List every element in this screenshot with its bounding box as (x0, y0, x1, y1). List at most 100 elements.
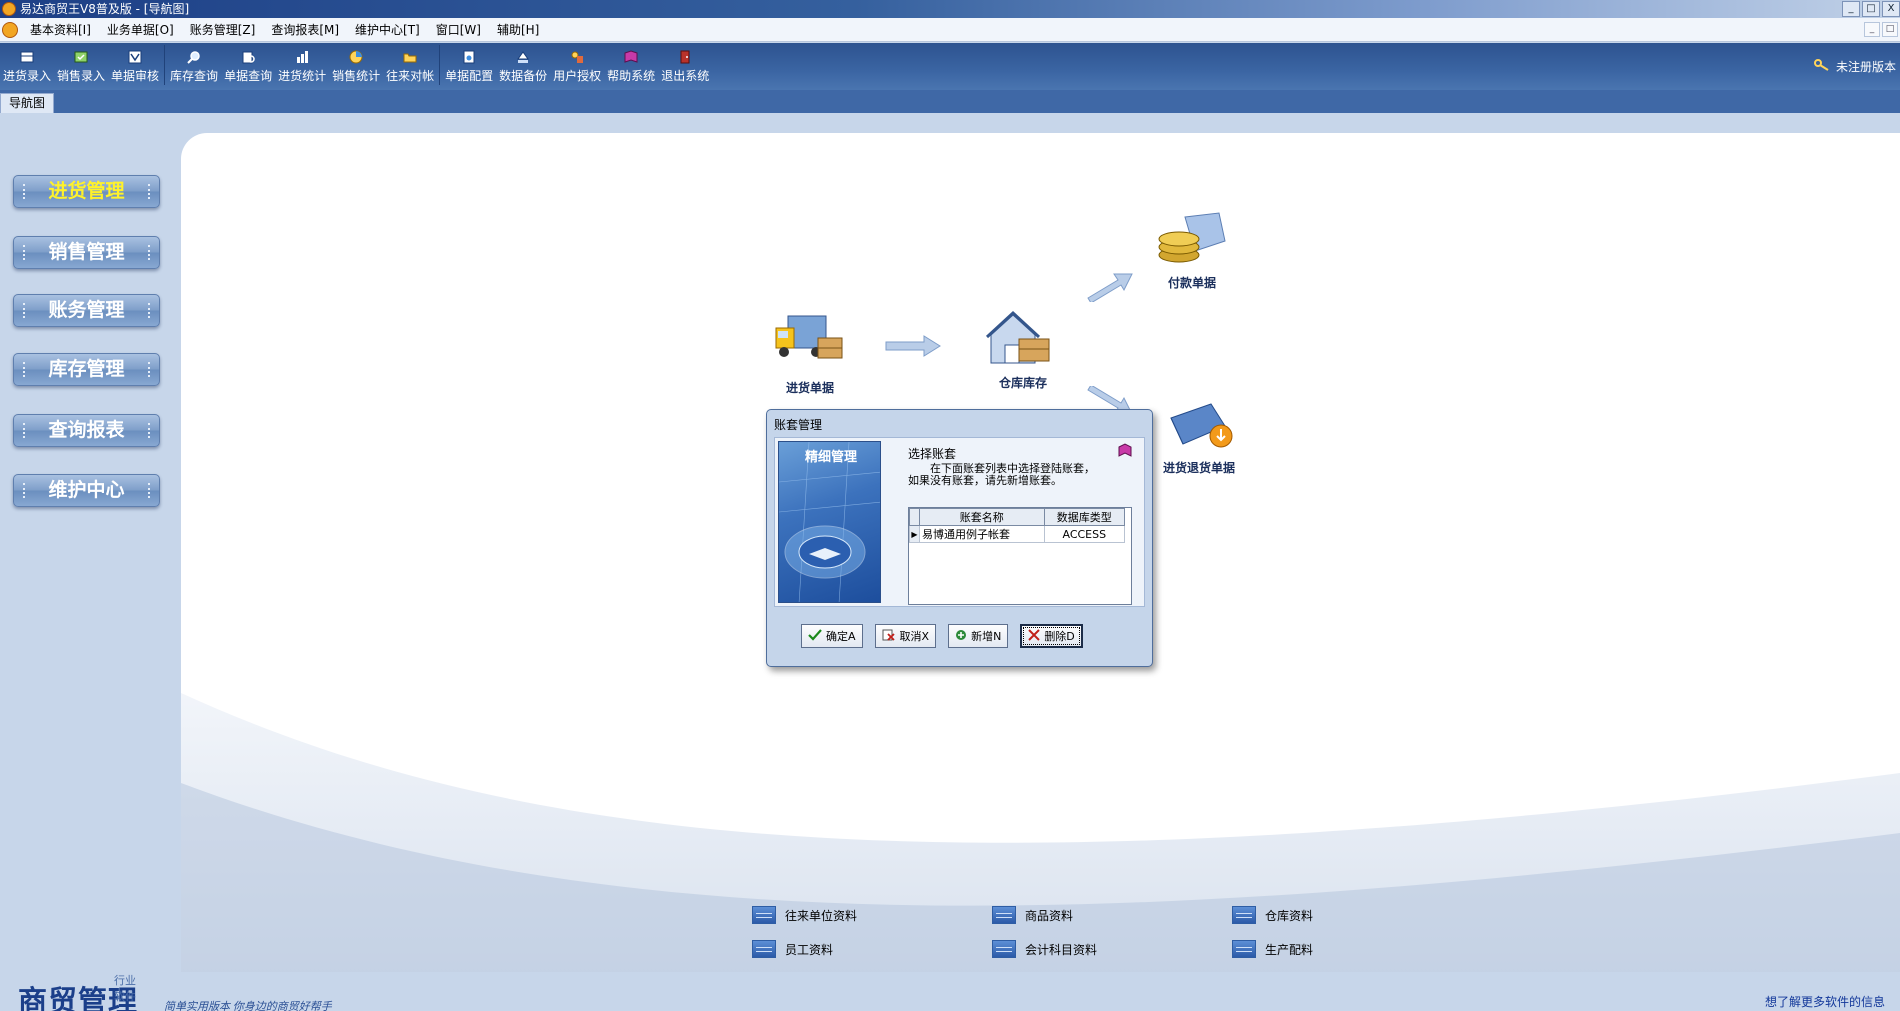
toolbar-exit-system[interactable]: 退出系统 (658, 45, 712, 87)
sidebar-item-purchase[interactable]: 进货管理 (13, 175, 160, 208)
unregistered-label: 未注册版本 (1835, 60, 1896, 74)
plus-icon (955, 629, 967, 644)
purchase-return-node[interactable]: 进货退货单据 (1163, 398, 1235, 476)
warehouse-stock-node[interactable]: 仓库库存 (985, 309, 1061, 391)
tab-navigation-map[interactable]: 导航图 (0, 93, 55, 113)
unregistered-notice[interactable]: 未注册版本 (1813, 58, 1896, 75)
row-indicator-header (909, 508, 920, 526)
dialog-heading: 选择账套 (908, 447, 957, 461)
toolbar-sales-entry[interactable]: 销售录入 (54, 45, 108, 87)
dialog-button-row: 确定A 取消X 新增N 删除D (801, 624, 1083, 648)
menu-basic-data[interactable]: 基本资料[I] (22, 18, 99, 42)
dialog-banner-image: 精细管理 (778, 441, 881, 603)
toolbar-sales-stats[interactable]: 销售统计 (329, 45, 383, 87)
menu-window[interactable]: 窗口[W] (428, 18, 489, 42)
account-set-name[interactable]: 易博通用例子帐套 (919, 525, 1045, 543)
dialog-banner-caption: 精细管理 (805, 450, 858, 465)
table-row[interactable]: ▶ 易博通用例子帐套 ACCESS (909, 525, 1126, 543)
toolbar-stock-query[interactable]: 库存查询 (167, 45, 221, 87)
dialog-body: 精细管理 选择账套 在下面账套列表中选择登陆账套， 如果没有账套，请先新增账套。… (774, 437, 1145, 607)
window-title: 易达商贸王V8普及版 - [导航图] (20, 2, 190, 16)
grid-icon (1232, 940, 1256, 958)
return-folder-icon (1170, 403, 1233, 448)
grid-icon (1232, 906, 1256, 924)
link-product-data[interactable]: 商品资料 (992, 906, 1073, 924)
sidebar-item-inventory[interactable]: 库存管理 (13, 353, 160, 386)
grid-icon (752, 906, 776, 924)
ok-button[interactable]: 确定A (801, 624, 863, 648)
column-header-db-type[interactable]: 数据库类型 (1043, 508, 1126, 526)
toolbar-separator (164, 45, 166, 85)
menu-maintenance[interactable]: 维护中心[T] (347, 18, 428, 42)
delete-button[interactable]: 删除D (1020, 624, 1083, 648)
cancel-button[interactable]: 取消X (874, 624, 937, 648)
key-icon (1813, 58, 1830, 75)
minimize-button[interactable]: _ (1842, 1, 1860, 17)
menu-query-reports[interactable]: 查询报表[M] (263, 18, 347, 42)
close-button[interactable]: X (1882, 1, 1900, 17)
menu-account-management[interactable]: 账务管理[Z] (182, 18, 264, 42)
link-production-bom[interactable]: 生产配料 (1232, 940, 1313, 958)
app-icon (2, 2, 16, 16)
purchase-document-node[interactable]: 进货单据 (772, 310, 848, 396)
magnifier-icon (186, 49, 202, 65)
purchase-document-label: 进货单据 (785, 381, 834, 395)
folder-icon (402, 49, 418, 65)
toolbar-user-authorization[interactable]: 用户授权 (550, 45, 604, 87)
toolbar-document-review[interactable]: 单据审核 (108, 45, 162, 87)
mdi-window-icon[interactable] (2, 22, 18, 38)
mdi-controls: _ □ (1864, 22, 1898, 37)
purchase-return-label: 进货退货单据 (1163, 461, 1236, 475)
up-right-arrow-icon (1087, 273, 1133, 302)
menu-help[interactable]: 辅助[H] (489, 18, 547, 42)
book-icon (1117, 443, 1133, 462)
mdi-minimize-button[interactable]: _ (1864, 22, 1880, 37)
exit-door-icon (677, 49, 693, 65)
toolbar-data-backup[interactable]: 数据备份 (496, 45, 550, 87)
grid-icon (992, 940, 1016, 958)
delivery-truck-icon (775, 315, 843, 359)
close-x-icon (1028, 628, 1041, 644)
sales-stats-icon (348, 49, 364, 65)
account-set-db-type[interactable]: ACCESS (1043, 525, 1126, 543)
document-query-icon (240, 49, 256, 65)
account-set-dialog: 账套管理 精细管理 选择账套 在下面账套列表中选择登陆账套， 如果没有账套，请先… (766, 409, 1153, 667)
sidebar-item-maintenance[interactable]: 维护中心 (13, 474, 160, 507)
coins-icon (1158, 212, 1226, 263)
toolbar-help-system[interactable]: 帮助系统 (604, 45, 658, 87)
brand-slogan: 简单实用版本 你身边的商贸好帮手 (164, 1001, 332, 1011)
toolbar-document-config[interactable]: 单据配置 (442, 45, 496, 87)
maximize-button[interactable]: □ (1862, 1, 1880, 17)
toolbar-account-reconcile[interactable]: 往来对帐 (383, 45, 437, 87)
right-arrow-icon (885, 335, 941, 357)
payment-document-label: 付款单据 (1167, 276, 1216, 290)
sidebar-item-accounts[interactable]: 账务管理 (13, 294, 160, 327)
toolbar-purchase-entry[interactable]: 进货录入 (0, 45, 54, 87)
cancel-doc-icon (882, 629, 896, 644)
toolbar-document-query[interactable]: 单据查询 (221, 45, 275, 87)
title-bar: 易达商贸王V8普及版 - [导航图] _ □ X (0, 0, 1900, 18)
tab-strip: 导航图 (0, 90, 1900, 113)
sidebar-item-reports[interactable]: 查询报表 (13, 414, 160, 447)
link-accounting-subjects[interactable]: 会计科目资料 (992, 940, 1097, 958)
help-book-icon (623, 49, 639, 65)
link-warehouse-data[interactable]: 仓库资料 (1232, 906, 1313, 924)
sales-entry-icon (73, 49, 89, 65)
warehouse-stock-label: 仓库库存 (998, 376, 1047, 390)
data-backup-icon (515, 49, 531, 65)
sidebar-item-sales[interactable]: 销售管理 (13, 236, 160, 269)
link-partner-data[interactable]: 往来单位资料 (752, 906, 857, 924)
dialog-title: 账套管理 (774, 418, 823, 432)
toolbar-purchase-stats[interactable]: 进货统计 (275, 45, 329, 87)
mdi-restore-button[interactable]: □ (1882, 22, 1898, 37)
document-review-icon (127, 49, 143, 65)
more-info-link[interactable]: 想了解更多软件的信息 (1765, 993, 1885, 1010)
account-set-table[interactable]: 账套名称 数据库类型 ▶ 易博通用例子帐套 ACCESS (908, 507, 1132, 605)
menu-business-documents[interactable]: 业务单据[O] (99, 18, 182, 42)
payment-document-node[interactable]: 付款单据 (1155, 211, 1229, 291)
row-pointer-icon: ▶ (909, 525, 920, 543)
column-header-name[interactable]: 账套名称 (919, 508, 1045, 526)
compass-globe-icon (779, 442, 880, 602)
link-employee-data[interactable]: 员工资料 (752, 940, 833, 958)
new-button[interactable]: 新增N (948, 624, 1009, 648)
